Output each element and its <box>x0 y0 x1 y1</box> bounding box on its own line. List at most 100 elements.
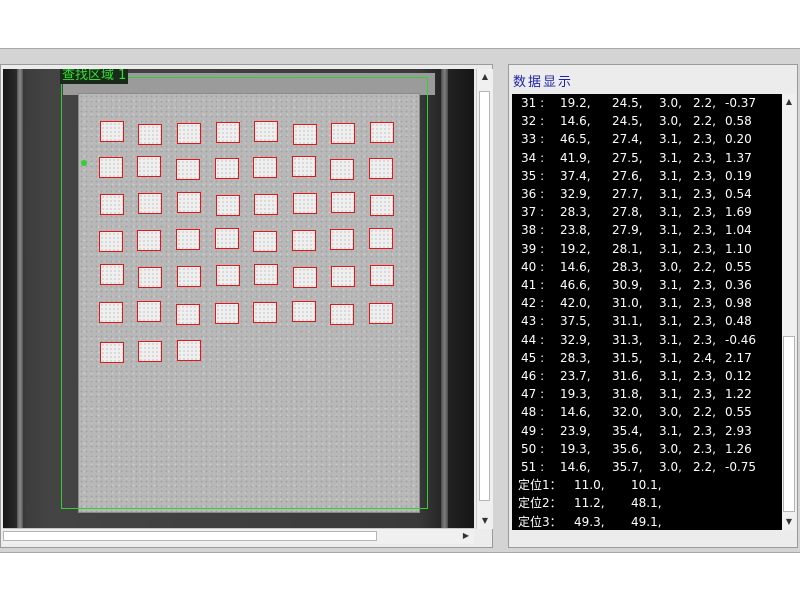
data-scroll-up-arrow-icon[interactable]: ▲ <box>781 94 797 110</box>
position-x: 11.0, <box>574 478 605 493</box>
detected-cell-r1-c2 <box>138 124 162 145</box>
measurement-w: 3.1, <box>659 205 682 220</box>
search-region-label: 查找区域 1 <box>60 69 129 84</box>
detected-cell-r3-c3 <box>177 192 201 213</box>
image-vscroll-thumb[interactable] <box>479 91 490 501</box>
detected-cell-r4-c1 <box>99 231 123 252</box>
detected-cell-r5-c1 <box>100 264 124 285</box>
measurement-v: 0.19 <box>725 168 752 183</box>
measurement-h: 2.2, <box>693 259 716 274</box>
measurement-w: 3.1, <box>659 150 682 165</box>
data-scroll-down-arrow-icon[interactable]: ▼ <box>781 514 797 530</box>
measurement-y: 27.4, <box>612 132 643 147</box>
position-y: 10.1, <box>631 478 662 493</box>
detected-cell-r5-c6 <box>293 267 317 288</box>
measurement-y: 27.7, <box>612 187 643 201</box>
image-hscroll-thumb[interactable] <box>3 531 377 541</box>
measurement-w: 3.1, <box>659 168 682 183</box>
measurement-x: 19.2, <box>560 96 591 110</box>
measurement-y: 30.9, <box>612 278 643 292</box>
detected-cell-r5-c8 <box>370 265 394 286</box>
measurement-id: 36 : <box>521 187 545 201</box>
detected-cell-r2-c7 <box>330 159 354 180</box>
fixture-rail-left <box>17 69 23 529</box>
detected-cell-r5-c5 <box>254 264 278 285</box>
measurement-w: 3.1, <box>659 241 682 256</box>
data-vscroll-thumb[interactable] <box>783 336 795 512</box>
measurement-y: 31.6, <box>612 369 643 383</box>
measurement-id: 38 : <box>521 223 545 238</box>
detected-cell-r2-c6 <box>292 156 316 177</box>
position-label: 定位2： <box>518 496 562 511</box>
measurement-h: 2.4, <box>693 350 716 365</box>
measurement-x: 19.3, <box>560 441 591 456</box>
measurement-x: 28.3, <box>560 350 591 365</box>
measurement-w: 3.1, <box>659 423 682 438</box>
detected-cell-r5-c2 <box>138 267 162 288</box>
position-x: 49.3, <box>574 514 605 529</box>
measurement-x: 19.2, <box>560 241 591 256</box>
measurement-y: 27.6, <box>612 168 643 183</box>
measurement-h: 2.3, <box>693 441 716 456</box>
measurement-h: 2.3, <box>693 187 716 201</box>
detected-cell-r3-c4 <box>216 195 240 216</box>
measurement-x: 14.6, <box>560 405 591 420</box>
data-panel: 数据显示 31 : 19.2, 24.5, 3.0, 2.2, -0.37 32 : 14.6… <box>508 64 798 548</box>
measurement-w: 3.1, <box>659 369 682 383</box>
measurement-x: 32.9, <box>560 332 591 347</box>
measurement-id: 46 : <box>521 369 545 383</box>
scroll-down-arrow-icon[interactable]: ▼ <box>477 513 493 529</box>
detected-cell-r7-c1 <box>100 342 124 363</box>
detected-cell-r1-c6 <box>293 124 317 145</box>
measurement-h: 2.3, <box>693 150 716 165</box>
detected-cell-r4-c8 <box>369 228 393 249</box>
detected-cell-r3-c2 <box>138 193 162 214</box>
detected-cell-r4-c2 <box>137 230 161 251</box>
data-list[interactable]: 31 : 19.2, 24.5, 3.0, 2.2, -0.37 32 : 14.6, 24.5… <box>512 94 788 530</box>
measurement-x: 23.7, <box>560 369 591 383</box>
measurement-y: 35.4, <box>612 423 643 438</box>
measurement-y: 27.9, <box>612 223 643 238</box>
measurement-y: 35.7, <box>612 460 643 474</box>
measurement-y: 24.5, <box>612 96 643 110</box>
image-horizontal-scrollbar[interactable]: ▶ <box>3 528 474 544</box>
measurement-x: 19.3, <box>560 387 591 402</box>
measurement-id: 31 : <box>521 96 545 110</box>
measurement-y: 31.5, <box>612 350 643 365</box>
measurement-id: 45 : <box>521 350 545 365</box>
scroll-right-arrow-icon[interactable]: ▶ <box>458 528 474 544</box>
measurement-w: 3.0, <box>659 259 682 274</box>
measurement-v: 2.93 <box>725 423 752 438</box>
app-window: 查找区域 1 ▲ ▼ ▶ 数据显示 31 : 19.2, 24.5, 3.0, 2.2,… <box>0 48 800 553</box>
anchor-point-1 <box>81 160 87 166</box>
detected-cell-r3-c8 <box>370 195 394 216</box>
measurement-w: 3.1, <box>659 223 682 238</box>
data-vertical-scrollbar[interactable]: ▲ ▼ <box>782 94 796 530</box>
position-y: 49.1, <box>631 514 662 529</box>
detected-cell-r2-c4 <box>215 158 239 179</box>
fixture-rail-right <box>441 69 448 529</box>
detected-cell-r6-c6 <box>292 301 316 322</box>
detected-cell-r1-c1 <box>100 121 124 142</box>
measurement-v: 1.10 <box>725 241 752 256</box>
measurement-h: 2.2, <box>693 460 716 474</box>
measurement-id: 43 : <box>521 314 545 329</box>
image-vertical-scrollbar[interactable]: ▲ ▼ <box>476 69 493 529</box>
measurement-x: 28.3, <box>560 205 591 220</box>
detected-cell-r1-c8 <box>370 122 394 143</box>
scroll-up-arrow-icon[interactable]: ▲ <box>477 69 493 85</box>
measurement-id: 50 : <box>521 441 545 456</box>
detected-cell-r4-c4 <box>215 228 239 249</box>
measurement-w: 3.1, <box>659 332 682 347</box>
measurement-w: 3.1, <box>659 296 682 311</box>
detected-cell-r6-c8 <box>369 303 393 324</box>
measurement-h: 2.3, <box>693 132 716 147</box>
camera-image-view[interactable]: 查找区域 1 <box>3 69 474 529</box>
measurement-v: 0.98 <box>725 296 752 311</box>
detected-cell-r2-c3 <box>176 159 200 180</box>
measurement-y: 24.5, <box>612 114 643 129</box>
measurement-id: 47 : <box>521 387 545 402</box>
detected-cell-r4-c3 <box>176 229 200 250</box>
measurement-y: 32.0, <box>612 405 643 420</box>
measurement-v: 0.55 <box>725 405 752 420</box>
